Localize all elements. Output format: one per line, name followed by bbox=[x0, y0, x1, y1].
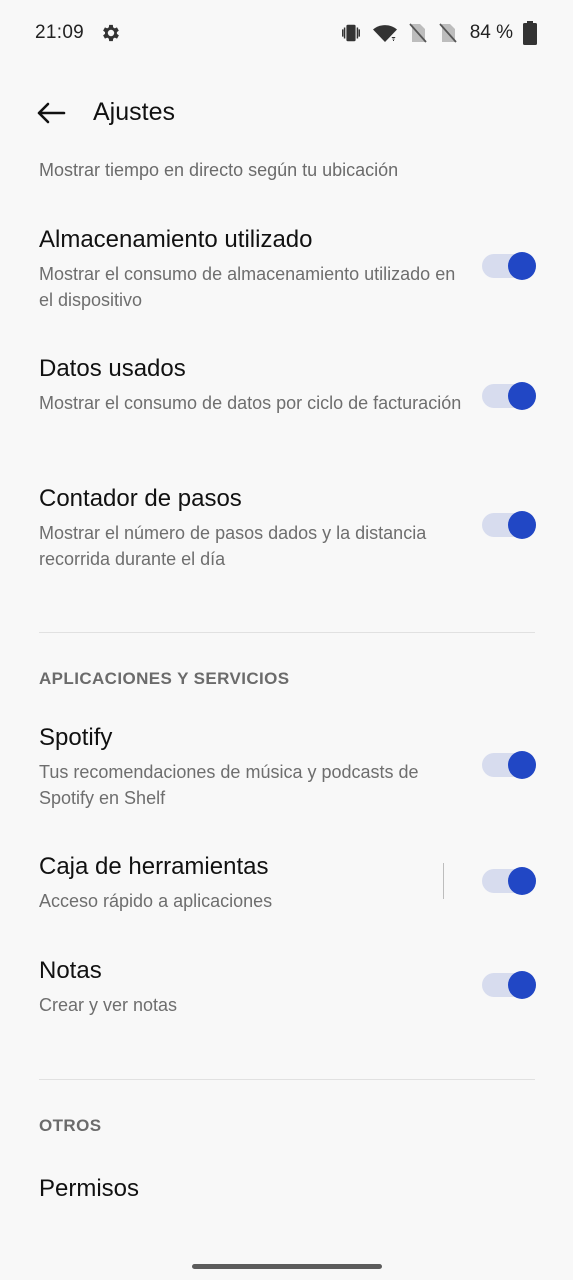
gesture-home-bar[interactable] bbox=[192, 1264, 382, 1269]
toggle-thumb bbox=[508, 252, 536, 280]
toggle-step-counter[interactable] bbox=[482, 511, 536, 539]
setting-item-subtitle: Acceso rápido a aplicaciones bbox=[39, 891, 273, 911]
setting-item-data-usage[interactable]: Datos usados Mostrar el consumo de datos… bbox=[39, 354, 535, 416]
setting-item-subtitle: Crear y ver notas bbox=[39, 995, 178, 1015]
cut-off-item-subtitle: Mostrar tiempo en directo según tu ubica… bbox=[39, 160, 399, 180]
setting-item-spotify[interactable]: Spotify Tus recomendaciones de música y … bbox=[39, 723, 535, 811]
toggle-toolbox[interactable] bbox=[482, 867, 536, 895]
back-button[interactable] bbox=[26, 90, 76, 136]
setting-item-subtitle: Mostrar el consumo de datos por ciclo de… bbox=[39, 393, 462, 413]
setting-item-title: Spotify bbox=[39, 724, 113, 751]
setting-item-subtitle: Tus recomendaciones de música y podcasts… bbox=[39, 762, 419, 808]
toggle-storage[interactable] bbox=[482, 252, 536, 280]
page-title: Ajustes bbox=[93, 98, 175, 126]
toggle-thumb bbox=[508, 382, 536, 410]
setting-item-step-counter[interactable]: Contador de pasos Mostrar el número de p… bbox=[39, 484, 535, 572]
section-divider bbox=[39, 632, 535, 633]
setting-item-permissions[interactable]: Permisos bbox=[39, 1174, 535, 1204]
no-sim-icon bbox=[438, 22, 458, 44]
toggle-thumb bbox=[508, 971, 536, 999]
setting-item-subtitle: Mostrar el número de pasos dados y la di… bbox=[39, 523, 427, 569]
toggle-spotify[interactable] bbox=[482, 751, 536, 779]
wifi-icon bbox=[372, 22, 398, 44]
battery-percentage: 84 % bbox=[469, 22, 513, 43]
setting-item-title: Datos usados bbox=[39, 355, 186, 382]
vertical-divider bbox=[443, 863, 444, 899]
toggle-thumb bbox=[508, 867, 536, 895]
app-bar: Ajustes bbox=[0, 66, 573, 158]
back-arrow-icon bbox=[37, 102, 66, 124]
vibrate-icon bbox=[340, 22, 362, 44]
section-header-other: OTROS bbox=[39, 1116, 102, 1135]
setting-item-title: Contador de pasos bbox=[39, 485, 242, 512]
toggle-data-usage[interactable] bbox=[482, 382, 536, 410]
section-divider bbox=[39, 1079, 535, 1080]
setting-item-title: Permisos bbox=[39, 1175, 140, 1202]
toggle-notes[interactable] bbox=[482, 971, 536, 999]
setting-item-title: Notas bbox=[39, 957, 102, 984]
setting-item-toolbox[interactable]: Caja de herramientas Acceso rápido a apl… bbox=[39, 852, 535, 914]
toggle-thumb bbox=[508, 511, 536, 539]
setting-item-storage[interactable]: Almacenamiento utilizado Mostrar el cons… bbox=[39, 225, 535, 313]
setting-item-subtitle: Mostrar el consumo de almacenamiento uti… bbox=[39, 264, 456, 310]
no-sim-icon bbox=[408, 22, 428, 44]
section-header-apps: APLICACIONES Y SERVICIOS bbox=[39, 669, 290, 688]
settings-gear-icon bbox=[100, 22, 122, 44]
status-bar: 21:09 84 % bbox=[0, 0, 573, 66]
clock: 21:09 bbox=[35, 22, 85, 43]
battery-icon bbox=[523, 21, 537, 45]
setting-item-title: Almacenamiento utilizado bbox=[39, 226, 313, 253]
setting-item-notes[interactable]: Notas Crear y ver notas bbox=[39, 956, 535, 1018]
toggle-thumb bbox=[508, 751, 536, 779]
setting-item-title: Caja de herramientas bbox=[39, 853, 269, 880]
